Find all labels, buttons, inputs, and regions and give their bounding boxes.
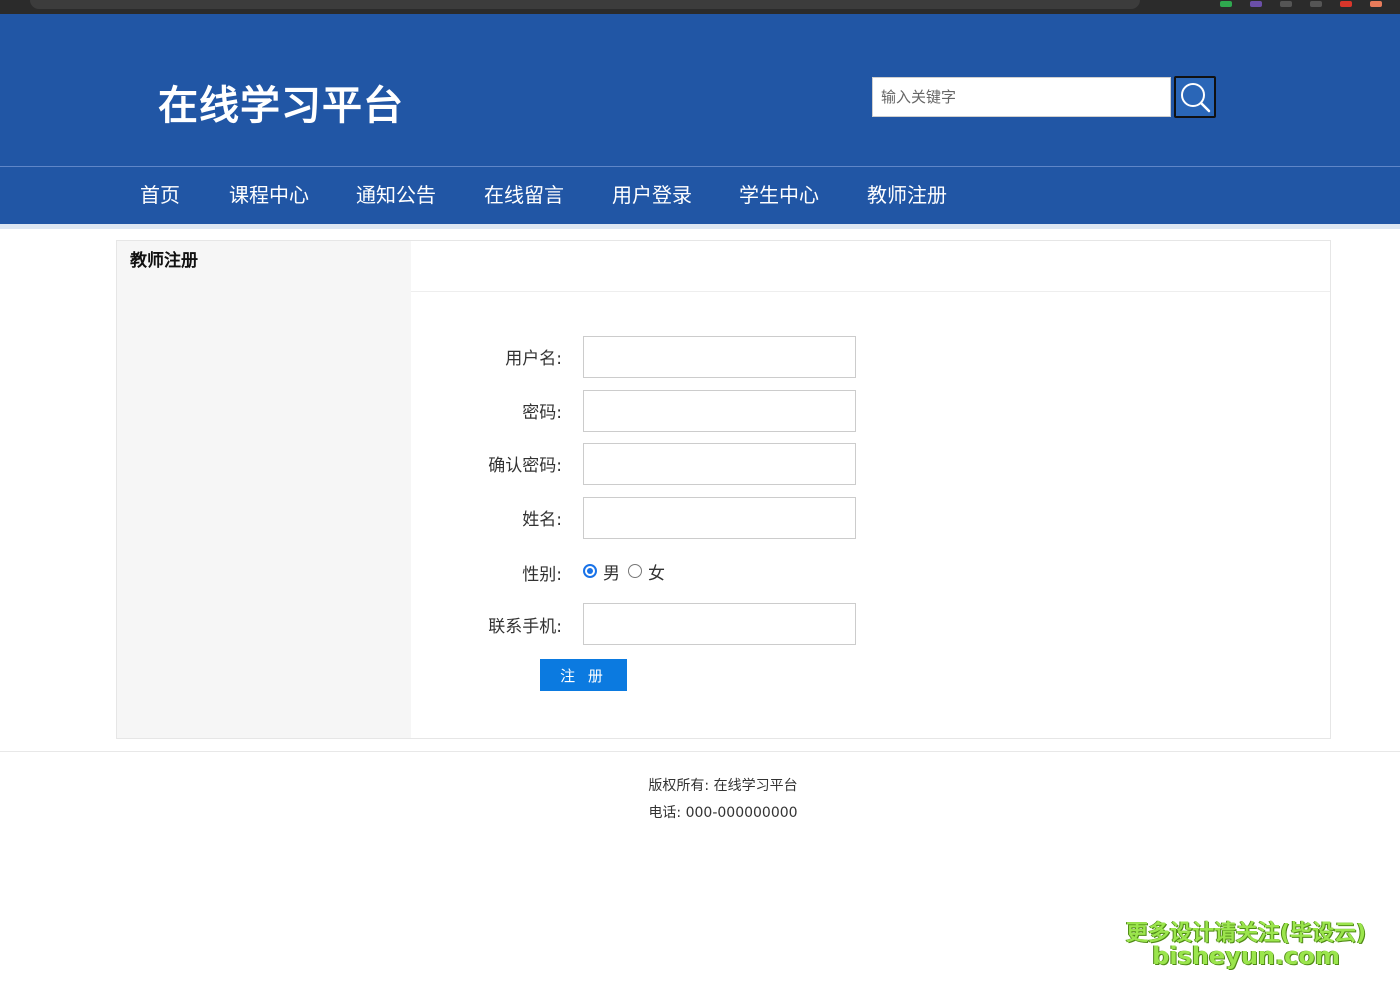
search-icon	[1181, 83, 1211, 113]
extension-icon[interactable]	[1310, 1, 1322, 7]
search-button[interactable]	[1174, 76, 1216, 118]
nav-item-teacher-register[interactable]: 教师注册	[867, 167, 947, 224]
footer-copyright: 版权所有: 在线学习平台	[648, 778, 798, 794]
nav-item-courses[interactable]: 课程中心	[229, 167, 309, 224]
extension-icon[interactable]	[1370, 1, 1382, 7]
password-field[interactable]	[583, 390, 856, 432]
phone-label: 联系手机:	[488, 617, 562, 637]
footer-divider	[0, 751, 1400, 752]
gender-label: 性别:	[522, 565, 562, 585]
browser-extension-icons	[1220, 0, 1382, 8]
gender-radio-group: 男 女	[583, 560, 673, 584]
register-panel: 教师注册	[116, 240, 1331, 739]
site-title: 在线学习平台	[158, 83, 404, 129]
nav-item-student-center[interactable]: 学生中心	[739, 167, 819, 224]
extension-icon[interactable]	[1340, 1, 1352, 7]
watermark-line-2: bisheyun.com	[1152, 942, 1340, 970]
footer-phone: 电话: 000-000000000	[648, 805, 798, 821]
phone-field[interactable]	[583, 603, 856, 645]
extension-icon[interactable]	[1220, 1, 1232, 7]
sidebar: 教师注册	[117, 241, 411, 738]
nav-item-login[interactable]: 用户登录	[612, 167, 692, 224]
name-field[interactable]	[583, 497, 856, 539]
panel-divider	[411, 291, 1330, 292]
nav-item-notices[interactable]: 通知公告	[356, 167, 436, 224]
confirm-password-field[interactable]	[583, 443, 856, 485]
site-header: 在线学习平台	[0, 14, 1400, 166]
name-label: 姓名:	[522, 510, 562, 530]
username-field[interactable]	[583, 336, 856, 378]
gender-option-female-label: 女	[648, 563, 665, 584]
nav-divider	[0, 224, 1400, 229]
nav-item-home[interactable]: 首页	[140, 167, 180, 224]
extension-icon[interactable]	[1250, 1, 1262, 7]
gender-radio-male[interactable]	[583, 564, 597, 578]
nav-item-messages[interactable]: 在线留言	[484, 167, 564, 224]
search-input[interactable]	[872, 77, 1171, 117]
password-label: 密码:	[522, 403, 562, 423]
main-nav: 首页 课程中心 通知公告 在线留言 用户登录 学生中心 教师注册	[0, 166, 1400, 224]
sidebar-title: 教师注册	[130, 251, 198, 271]
extension-icon[interactable]	[1280, 1, 1292, 7]
browser-address-bar[interactable]	[30, 0, 1140, 9]
browser-toolbar	[0, 0, 1400, 14]
register-button[interactable]: 注 册	[540, 659, 627, 691]
gender-option-male-label: 男	[603, 563, 620, 584]
confirm-password-label: 确认密码:	[488, 456, 562, 476]
username-label: 用户名:	[505, 349, 562, 369]
gender-radio-female[interactable]	[628, 564, 642, 578]
